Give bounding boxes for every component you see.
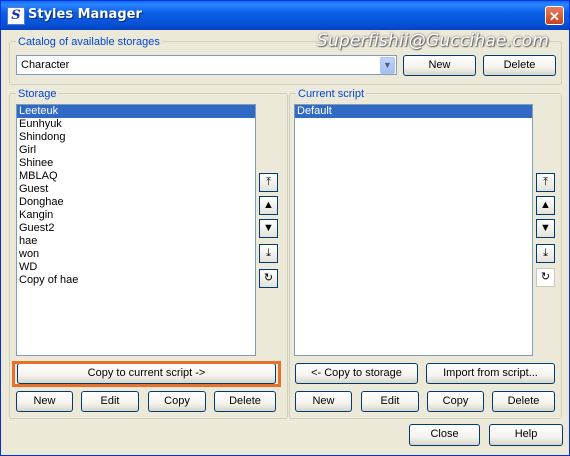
- copy-to-storage-button[interactable]: <- Copy to storage: [295, 363, 418, 384]
- close-window-button[interactable]: ✕: [545, 6, 564, 25]
- storage-list-item[interactable]: won: [17, 248, 255, 261]
- storage-list[interactable]: Leeteuk Eunhyuk Shindong Girl Shinee MBLAQ Gue…: [16, 104, 256, 356]
- catalog-combobox[interactable]: Character ▼: [16, 55, 397, 75]
- script-copy-button[interactable]: Copy: [427, 391, 484, 412]
- storage-delete-button[interactable]: Delete: [214, 391, 276, 412]
- close-button[interactable]: Close: [409, 424, 480, 446]
- storage-list-item[interactable]: Guest: [17, 183, 255, 196]
- chevron-down-icon[interactable]: ▼: [380, 57, 395, 74]
- script-move-top-icon[interactable]: ⤒: [536, 173, 555, 192]
- script-new-button[interactable]: New: [295, 391, 352, 412]
- styles-app-icon: S: [7, 7, 25, 25]
- refresh-icon[interactable]: ↻: [259, 269, 278, 288]
- styles-manager-window: S Styles Manager ✕ Catalog of available …: [0, 0, 570, 456]
- current-script-legend: Current script: [296, 88, 367, 100]
- script-delete-button[interactable]: Delete: [492, 391, 555, 412]
- storage-list-item[interactable]: Leeteuk: [17, 105, 255, 118]
- help-button[interactable]: Help: [489, 424, 563, 446]
- storage-list-item[interactable]: Shinee: [17, 157, 255, 170]
- script-move-down-icon[interactable]: ▼: [536, 219, 555, 238]
- storage-legend: Storage: [16, 88, 59, 100]
- move-bottom-icon[interactable]: ⤓: [259, 244, 278, 263]
- storage-list-item[interactable]: Girl: [17, 144, 255, 157]
- storage-list-item[interactable]: Kangin: [17, 209, 255, 222]
- script-edit-button[interactable]: Edit: [361, 391, 419, 412]
- storage-copy-button[interactable]: Copy: [148, 391, 206, 412]
- storage-list-item[interactable]: MBLAQ: [17, 170, 255, 183]
- catalog-new-button[interactable]: New: [403, 55, 476, 76]
- storage-list-item[interactable]: WD: [17, 261, 255, 274]
- storage-list-item[interactable]: Eunhyuk: [17, 118, 255, 131]
- storage-list-item[interactable]: Copy of hae: [17, 274, 255, 287]
- move-top-icon[interactable]: ⤒: [259, 173, 278, 192]
- watermark-text: Superfishii@Guccihae.com: [317, 31, 550, 51]
- storage-new-button[interactable]: New: [16, 391, 73, 412]
- highlight-box: [12, 361, 281, 387]
- script-list-item[interactable]: Default: [295, 105, 532, 118]
- script-refresh-icon[interactable]: ↻: [536, 268, 555, 287]
- title-bar[interactable]: S Styles Manager ✕: [1, 1, 569, 30]
- storage-list-item[interactable]: hae: [17, 235, 255, 248]
- catalog-selected-value: Character: [21, 59, 70, 71]
- script-move-up-icon[interactable]: ▲: [536, 196, 555, 215]
- window-title: Styles Manager: [28, 7, 142, 22]
- catalog-delete-button[interactable]: Delete: [483, 55, 556, 76]
- storage-list-item[interactable]: Guest2: [17, 222, 255, 235]
- storage-list-item[interactable]: Shindong: [17, 131, 255, 144]
- storage-edit-button[interactable]: Edit: [81, 391, 139, 412]
- move-down-icon[interactable]: ▼: [259, 219, 278, 238]
- catalog-legend: Catalog of available storages: [16, 36, 162, 48]
- import-from-script-button[interactable]: Import from script...: [426, 363, 555, 384]
- script-move-bottom-icon[interactable]: ⤓: [536, 244, 555, 263]
- move-up-icon[interactable]: ▲: [259, 196, 278, 215]
- current-script-list[interactable]: Default: [294, 104, 533, 356]
- storage-list-item[interactable]: Donghae: [17, 196, 255, 209]
